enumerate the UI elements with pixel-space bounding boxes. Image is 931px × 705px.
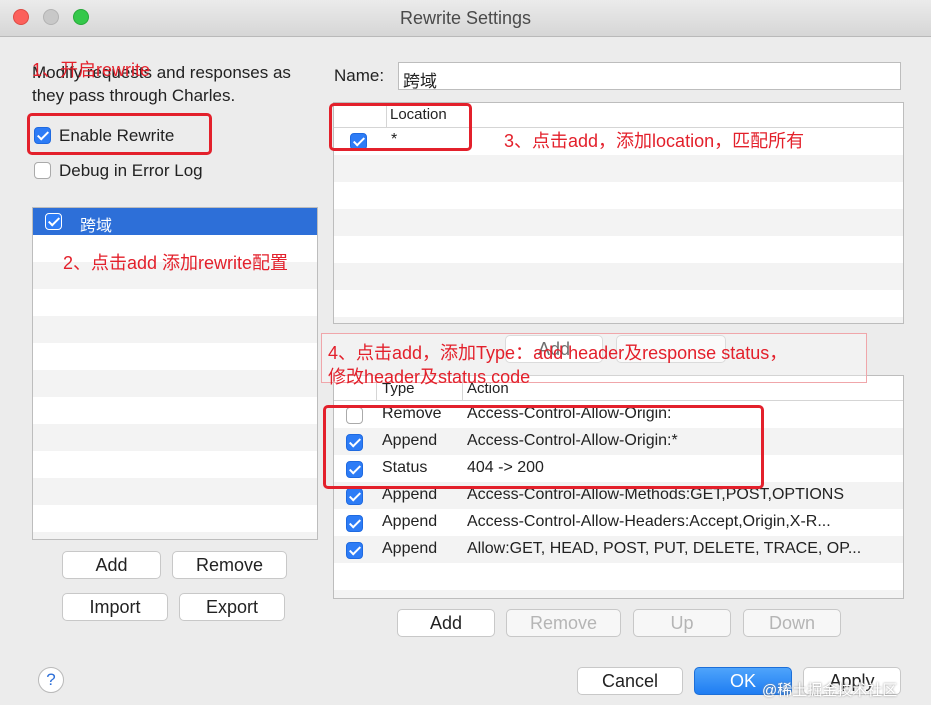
remove-set-button[interactable]: Remove [172, 551, 287, 579]
add-rule-button[interactable]: Add [397, 609, 495, 637]
help-icon[interactable]: ? [38, 667, 64, 693]
up-rule-button[interactable]: Up [633, 609, 731, 637]
watermark: @稀土掘金技术社区 [762, 682, 898, 699]
set-name: 跨域 [80, 218, 113, 235]
annotation-box-rules [323, 405, 764, 489]
rule-enabled-checkbox[interactable] [346, 542, 363, 559]
debug-log-checkbox[interactable] [34, 162, 51, 179]
rule-enabled-checkbox[interactable] [346, 488, 363, 505]
export-button[interactable]: Export [179, 593, 285, 621]
annotation-box-location [329, 103, 472, 151]
cancel-button[interactable]: Cancel [577, 667, 683, 695]
debug-log-label[interactable]: Debug in Error Log [59, 161, 203, 181]
name-label: Name: [334, 66, 385, 85]
annotation-step4-line1: 4、点击add，添加Type：add header及response statu… [328, 343, 788, 363]
rule-action: Access-Control-Allow-Headers:Accept,Orig… [467, 513, 831, 530]
annotation-box-enable [27, 113, 212, 155]
add-set-button[interactable]: Add [62, 551, 161, 579]
set-enabled-checkbox[interactable] [45, 213, 62, 230]
rule-action: Allow:GET, HEAD, POST, PUT, DELETE, TRAC… [467, 540, 862, 557]
import-button[interactable]: Import [62, 593, 168, 621]
annotation-step1: 1、开启rewrite [32, 60, 151, 80]
annotation-step2: 2、点击add 添加rewrite配置 [63, 253, 289, 273]
name-field-value[interactable]: 跨域 [403, 67, 437, 92]
down-rule-button[interactable]: Down [743, 609, 841, 637]
remove-rule-button[interactable]: Remove [506, 609, 621, 637]
rule-type: Append [382, 540, 438, 557]
rule-enabled-checkbox[interactable] [346, 515, 363, 532]
annotation-step3: 3、点击add，添加location，匹配所有 [504, 131, 805, 151]
list-item[interactable] [33, 208, 317, 235]
rule-type: Append [382, 513, 438, 530]
window-title: Rewrite Settings [399, 8, 532, 28]
name-field[interactable]: 跨域 [398, 62, 901, 92]
annotation-step4-line2: 修改header及status code [328, 367, 531, 387]
